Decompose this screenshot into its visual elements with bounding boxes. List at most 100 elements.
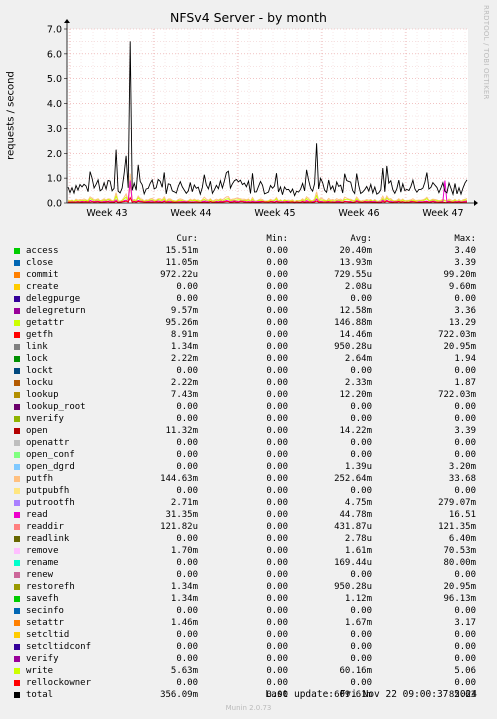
legend-row-delegpurge: delegpurge 0.00 0.00 0.00 0.00 bbox=[0, 293, 497, 305]
legend-min-value: 0.00 bbox=[266, 582, 288, 592]
legend-cur-value: 7.43m bbox=[170, 390, 198, 400]
legend-row-link: link 1.34m 0.00 950.28u 20.95m bbox=[0, 341, 497, 353]
legend-max-value: 80.00m bbox=[443, 558, 476, 568]
legend-row-read: read 31.35m 0.00 44.78m 16.51 bbox=[0, 509, 497, 521]
legend-series-name: renew bbox=[26, 570, 54, 580]
y-tick-label: 5.0 bbox=[47, 74, 62, 85]
legend-cur-value: 5.63m bbox=[170, 666, 198, 676]
legend-avg-value: 13.93m bbox=[339, 258, 372, 268]
legend-min-value: 0.00 bbox=[266, 534, 288, 544]
legend-avg-value: 1.67m bbox=[344, 618, 372, 628]
legend-swatch bbox=[14, 344, 20, 350]
legend-avg-value: 0.00 bbox=[350, 678, 372, 688]
legend-cur-value: 356.09m bbox=[160, 690, 198, 700]
legend-swatch bbox=[14, 680, 20, 686]
legend-series-name: openattr bbox=[26, 438, 70, 448]
legend-cur-value: 0.00 bbox=[176, 606, 198, 616]
legend-row-commit: commit 972.22u 0.00 729.55u 99.20m bbox=[0, 269, 497, 281]
legend-min-value: 0.00 bbox=[266, 594, 288, 604]
legend-series-name: rename bbox=[26, 558, 59, 568]
legend-avg-value: 12.20m bbox=[339, 390, 372, 400]
legend-avg-value: 169.44u bbox=[334, 558, 372, 568]
legend-min-value: 0.00 bbox=[266, 462, 288, 472]
legend-avg-value: 2.33m bbox=[344, 378, 372, 388]
legend-row-close: close 11.05m 0.00 13.93m 3.39 bbox=[0, 257, 497, 269]
legend-max-value: 722.03m bbox=[438, 330, 476, 340]
legend-cur-value: 15.51m bbox=[165, 246, 198, 256]
legend-max-value: 279.07m bbox=[438, 498, 476, 508]
legend-series-name: restorefh bbox=[26, 582, 75, 592]
legend-swatch bbox=[14, 452, 20, 458]
legend-cur-value: 0.00 bbox=[176, 534, 198, 544]
legend-row-savefh: savefh 1.34m 0.00 1.12m 96.13m bbox=[0, 593, 497, 605]
legend-swatch bbox=[14, 296, 20, 302]
y-tick-label: 4.0 bbox=[47, 99, 62, 110]
legend-swatch bbox=[14, 464, 20, 470]
legend-cur-value: 0.00 bbox=[176, 630, 198, 640]
legend-max-value: 5.06 bbox=[454, 666, 476, 676]
x-tick-label: Week 44 bbox=[170, 208, 211, 219]
legend-min-value: 0.00 bbox=[266, 390, 288, 400]
legend-series-name: open bbox=[26, 426, 48, 436]
legend-avg-value: 0.00 bbox=[350, 450, 372, 460]
legend-series-name: open_conf bbox=[26, 450, 75, 460]
legend-avg-value: 0.00 bbox=[350, 570, 372, 580]
legend-min-value: 0.00 bbox=[266, 342, 288, 352]
legend-cur-value: 121.82u bbox=[160, 522, 198, 532]
legend-cur-value: 0.00 bbox=[176, 642, 198, 652]
legend-row-setattr: setattr 1.46m 0.00 1.67m 3.17 bbox=[0, 617, 497, 629]
legend-avg-value: 2.78u bbox=[344, 534, 372, 544]
legend-cur-value: 11.32m bbox=[165, 426, 198, 436]
legend-swatch bbox=[14, 284, 20, 290]
chart-plot: 0.01.02.03.04.05.06.07.0 Week 43 Week 44 W… bbox=[47, 19, 478, 219]
legend-avg-value: 2.08u bbox=[344, 282, 372, 292]
y-axis-arrow bbox=[64, 19, 70, 23]
legend-avg-value: 950.28u bbox=[334, 342, 372, 352]
legend-swatch bbox=[14, 332, 20, 338]
legend-row-secinfo: secinfo 0.00 0.00 0.00 0.00 bbox=[0, 605, 497, 617]
legend-row-readdir: readdir 121.82u 0.00 431.87u 121.35m bbox=[0, 521, 497, 533]
legend-swatch bbox=[14, 584, 20, 590]
legend-series-name: nverify bbox=[26, 414, 64, 424]
legend-series-name: savefh bbox=[26, 594, 59, 604]
legend-row-restorefh: restorefh 1.34m 0.00 950.28u 20.95m bbox=[0, 581, 497, 593]
legend-min-value: 0.00 bbox=[266, 354, 288, 364]
legend-row-readlink: readlink 0.00 0.00 2.78u 6.40m bbox=[0, 533, 497, 545]
legend-row-putrootfh: putrootfh 2.71m 0.00 4.75m 279.07m bbox=[0, 497, 497, 509]
legend-avg-value: 0.00 bbox=[350, 414, 372, 424]
legend-cur-value: 95.26m bbox=[165, 318, 198, 328]
legend-swatch bbox=[14, 524, 20, 530]
legend-min-value: 0.00 bbox=[266, 366, 288, 376]
legend-series-name: lockt bbox=[26, 366, 54, 376]
legend-cur-value: 972.22u bbox=[160, 270, 198, 280]
legend-row-write: write 5.63m 0.00 60.16m 5.06 bbox=[0, 665, 497, 677]
legend-series-name: read bbox=[26, 510, 48, 520]
legend-series-name: getattr bbox=[26, 318, 64, 328]
legend-cur-value: 0.00 bbox=[176, 654, 198, 664]
legend-avg-value: 950.28u bbox=[334, 582, 372, 592]
legend-row-locku: locku 2.22m 0.00 2.33m 1.87 bbox=[0, 377, 497, 389]
legend-min-value: 0.00 bbox=[266, 522, 288, 532]
y-tick-label: 2.0 bbox=[47, 149, 62, 160]
legend-avg-value: 4.75m bbox=[344, 498, 372, 508]
legend-max-value: 0.00 bbox=[454, 294, 476, 304]
y-tick-label: 0.0 bbox=[47, 199, 62, 210]
legend-cur-value: 0.00 bbox=[176, 294, 198, 304]
legend-max-value: 3.20m bbox=[448, 462, 476, 472]
legend-row-create: create 0.00 0.00 2.08u 9.60m bbox=[0, 281, 497, 293]
legend-cur-value: 11.05m bbox=[165, 258, 198, 268]
legend-swatch bbox=[14, 272, 20, 278]
legend-max-value: 13.29 bbox=[448, 318, 476, 328]
legend-series-name: putpubfh bbox=[26, 486, 70, 496]
legend-max-value: 99.20m bbox=[443, 270, 476, 280]
legend-min-value: 0.00 bbox=[266, 498, 288, 508]
legend-avg-value: 252.64m bbox=[334, 474, 372, 484]
legend-row-lockt: lockt 0.00 0.00 0.00 0.00 bbox=[0, 365, 497, 377]
legend-row-nverify: nverify 0.00 0.00 0.00 0.00 bbox=[0, 413, 497, 425]
legend-cur-value: 1.34m bbox=[170, 582, 198, 592]
legend-max-value: 70.53m bbox=[443, 546, 476, 556]
legend-swatch bbox=[14, 248, 20, 254]
legend-avg-value: 0.00 bbox=[350, 402, 372, 412]
legend-max-value: 9.60m bbox=[448, 282, 476, 292]
legend-max-value: 722.03m bbox=[438, 390, 476, 400]
